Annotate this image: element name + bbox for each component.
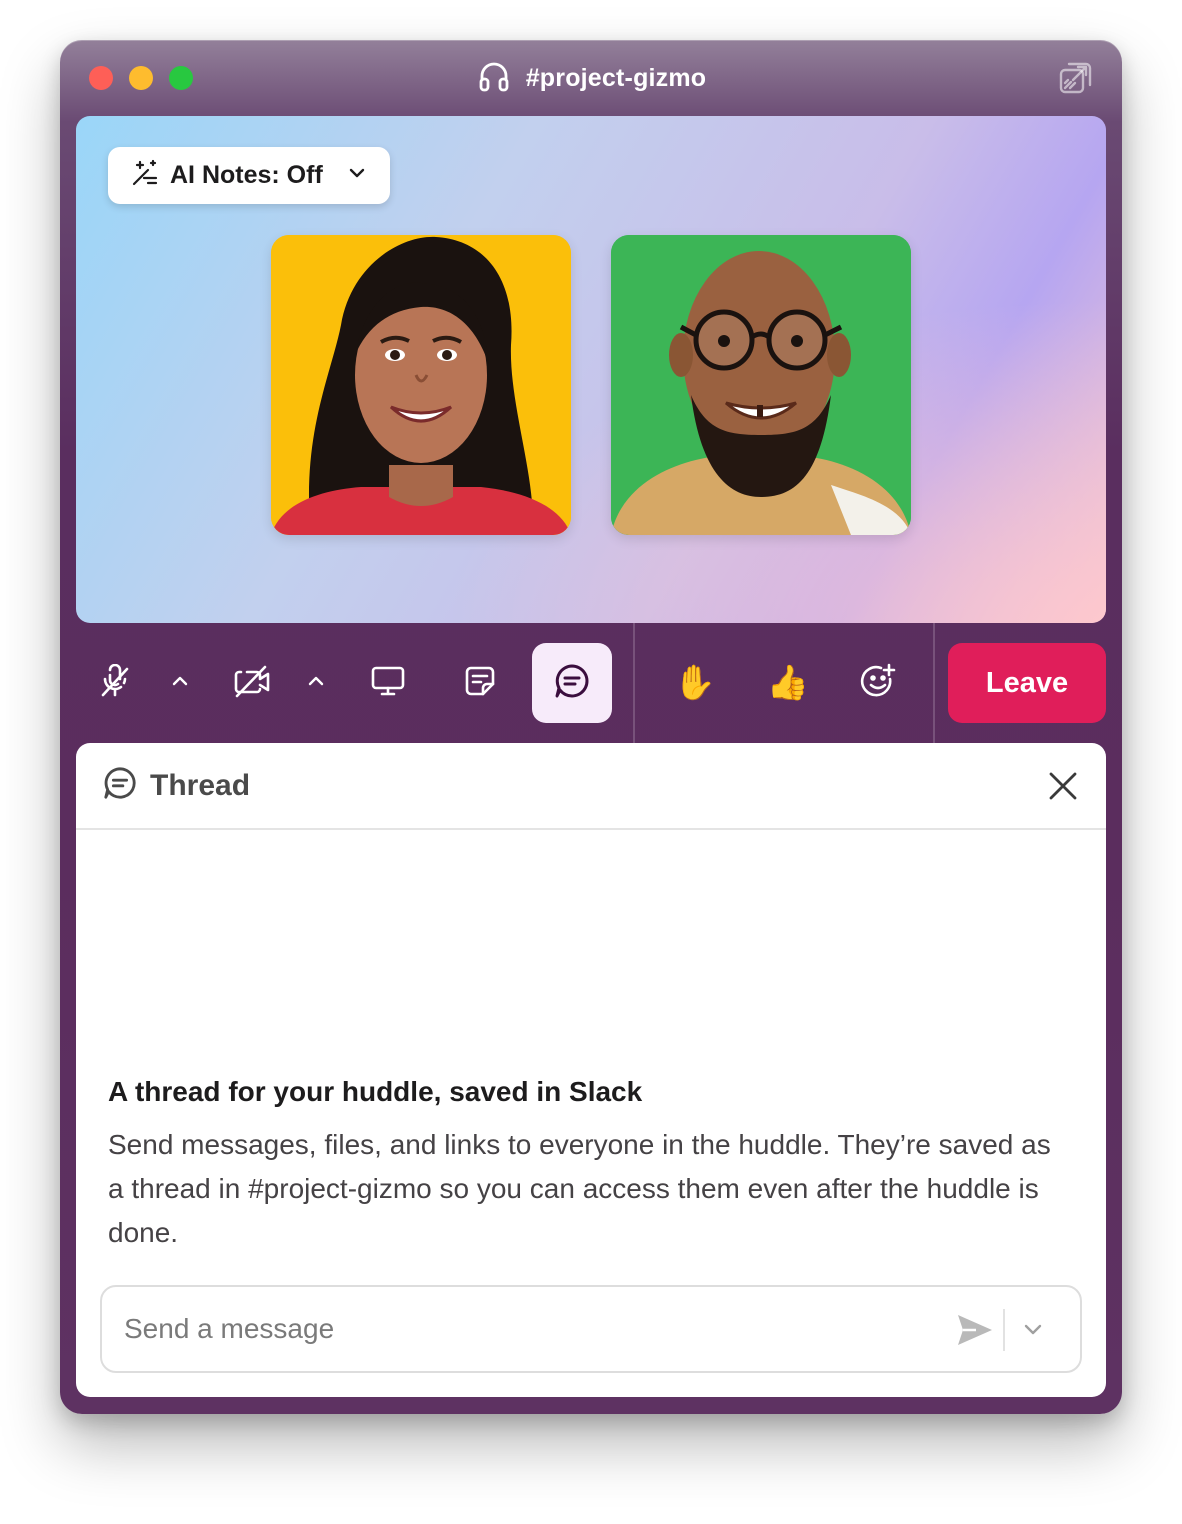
thread-intro: A thread for your huddle, saved in Slack… bbox=[108, 1073, 1068, 1255]
thread-icon bbox=[102, 765, 138, 806]
close-icon[interactable] bbox=[1046, 769, 1080, 803]
thread-icon bbox=[553, 662, 591, 705]
thread-intro-body: Send messages, files, and links to every… bbox=[108, 1129, 1051, 1248]
mute-button[interactable] bbox=[75, 643, 155, 723]
send-icon[interactable] bbox=[954, 1309, 996, 1351]
huddle-controls: ✋ 👍 Leave bbox=[60, 623, 1122, 743]
window-title: #project-gizmo bbox=[525, 64, 707, 92]
ai-notes-dropdown[interactable]: AI Notes: Off bbox=[108, 147, 390, 204]
thread-panel-title: Thread bbox=[150, 768, 251, 802]
thread-panel-header: Thread bbox=[76, 743, 1106, 830]
headphones-icon bbox=[476, 58, 512, 99]
raise-hand-button[interactable]: ✋ bbox=[655, 643, 735, 723]
share-screen-button[interactable] bbox=[348, 643, 428, 723]
window-title-group: #project-gizmo bbox=[60, 58, 1122, 99]
thread-button[interactable] bbox=[532, 643, 612, 723]
message-composer bbox=[100, 1285, 1082, 1373]
huddle-window: #project-gizmo AI Notes: Off ✋ 👍 Leave T… bbox=[60, 40, 1122, 1414]
leave-button[interactable]: Leave bbox=[948, 643, 1106, 723]
controls-divider bbox=[633, 623, 635, 743]
canvas-button[interactable] bbox=[440, 643, 520, 723]
message-input[interactable] bbox=[124, 1305, 924, 1353]
avatar bbox=[271, 235, 571, 535]
popout-icon[interactable] bbox=[1058, 60, 1094, 96]
title-bar: #project-gizmo bbox=[60, 40, 1122, 116]
thumbs-up-button[interactable]: 👍 bbox=[748, 643, 828, 723]
chevron-up-icon bbox=[305, 670, 327, 697]
composer-divider bbox=[1003, 1309, 1005, 1351]
participant-tile[interactable] bbox=[611, 235, 911, 535]
thread-panel: Thread A thread for your huddle, saved i… bbox=[76, 743, 1106, 1397]
thread-intro-title: A thread for your huddle, saved in Slack bbox=[108, 1076, 643, 1107]
ai-notes-label: AI Notes: Off bbox=[170, 161, 323, 189]
chevron-down-icon[interactable] bbox=[1016, 1313, 1050, 1347]
camera-off-icon bbox=[233, 664, 271, 703]
mic-off-icon bbox=[98, 663, 132, 703]
chevron-down-icon bbox=[346, 162, 368, 189]
controls-divider bbox=[933, 623, 935, 743]
chevron-up-icon bbox=[169, 670, 191, 697]
raise-hand-emoji: ✋ bbox=[673, 664, 717, 702]
add-reaction-icon bbox=[860, 662, 898, 705]
mic-options-button[interactable] bbox=[160, 643, 200, 723]
ai-sparkle-icon bbox=[130, 158, 160, 193]
participant-tile[interactable] bbox=[271, 235, 571, 535]
video-options-button[interactable] bbox=[296, 643, 336, 723]
thumbs-up-emoji: 👍 bbox=[766, 664, 810, 702]
avatar bbox=[611, 235, 911, 535]
huddle-video-area: AI Notes: Off bbox=[76, 116, 1106, 623]
add-reaction-button[interactable] bbox=[839, 643, 919, 723]
screen-share-icon bbox=[370, 664, 406, 703]
video-toggle-button[interactable] bbox=[212, 643, 292, 723]
canvas-note-icon bbox=[463, 664, 497, 703]
